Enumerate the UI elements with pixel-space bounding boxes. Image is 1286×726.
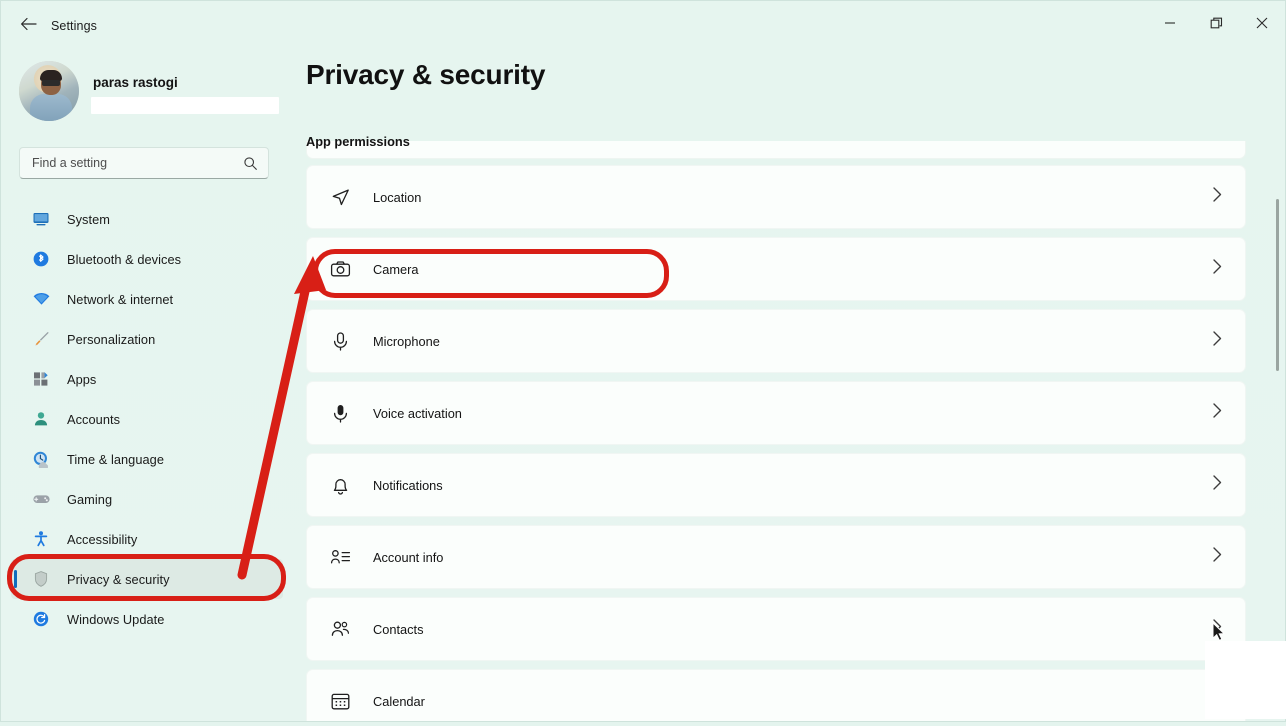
permission-row-camera[interactable]: Camera	[306, 237, 1246, 301]
bluetooth-icon	[29, 249, 53, 269]
permission-row-notifications[interactable]: Notifications	[306, 453, 1246, 517]
sidebar-item-time-language[interactable]: Time & language	[11, 439, 283, 479]
search-icon	[243, 156, 268, 171]
minimize-icon	[1165, 22, 1175, 24]
camera-icon	[329, 258, 351, 280]
sidebar-item-label: Accessibility	[67, 531, 138, 547]
permission-label: Camera	[373, 261, 419, 277]
chevron-right-icon	[1212, 331, 1223, 352]
back-button[interactable]	[13, 15, 43, 33]
sidebar-item-label: Apps	[67, 371, 97, 387]
avatar-body	[30, 94, 72, 121]
chevron-right-icon	[1212, 475, 1223, 496]
account-email-redacted	[91, 97, 279, 114]
chevron-right-icon	[1212, 187, 1223, 208]
sidebar-item-label: Gaming	[67, 491, 113, 507]
permission-label: Microphone	[373, 333, 440, 349]
section-heading-app-permissions: App permissions	[306, 134, 410, 149]
permission-label: Contacts	[373, 621, 424, 637]
permission-row-voice-activation[interactable]: Voice activation	[306, 381, 1246, 445]
sidebar: paras rastogi Find a setting System Blue…	[1, 45, 293, 721]
sidebar-item-windows-update[interactable]: Windows Update	[11, 599, 283, 639]
search-input[interactable]	[20, 156, 243, 170]
shield-icon	[29, 569, 53, 589]
account-name: paras rastogi	[93, 75, 178, 90]
settings-window: Settings paras rastogi Find a setting Sy…	[0, 0, 1286, 722]
window-title: Settings	[51, 19, 97, 33]
main-content: Privacy & security App permissions Locat…	[293, 45, 1285, 721]
chevron-right-icon	[1212, 547, 1223, 568]
accessibility-person-icon	[29, 529, 53, 549]
chevron-right-icon	[1212, 403, 1223, 424]
permission-label: Voice activation	[373, 405, 462, 421]
sidebar-item-label: Personalization	[67, 331, 156, 347]
location-arrow-icon	[329, 186, 351, 208]
minimize-button[interactable]	[1147, 1, 1193, 45]
sidebar-item-label: Bluetooth & devices	[67, 251, 182, 267]
sidebar-nav: System Bluetooth & devices Network & int…	[11, 199, 283, 639]
close-button[interactable]	[1239, 1, 1285, 45]
account-summary[interactable]: paras rastogi	[19, 59, 279, 125]
apps-grid-icon	[29, 369, 53, 389]
sidebar-item-label: Windows Update	[67, 611, 165, 627]
clock-icon	[29, 449, 53, 469]
page-title: Privacy & security	[306, 59, 546, 90]
back-arrow-icon	[20, 17, 37, 31]
bell-icon	[329, 474, 351, 496]
permission-row-contacts[interactable]: Contacts	[306, 597, 1246, 661]
monitor-icon	[29, 209, 53, 229]
sidebar-item-network-internet[interactable]: Network & internet	[11, 279, 283, 319]
close-icon	[1256, 17, 1268, 29]
gamepad-icon	[29, 489, 53, 509]
window-controls	[1147, 1, 1285, 45]
sidebar-item-personalization[interactable]: Personalization	[11, 319, 283, 359]
scrollbar-thumb[interactable]	[1276, 199, 1279, 371]
vertical-scrollbar[interactable]	[1271, 155, 1283, 715]
avatar	[19, 61, 79, 121]
sidebar-item-accessibility[interactable]: Accessibility	[11, 519, 283, 559]
update-refresh-icon	[29, 609, 53, 629]
avatar-sunglasses	[42, 80, 60, 86]
maximize-icon	[1210, 17, 1222, 28]
chevron-right-icon	[1212, 259, 1223, 280]
scrolled-partial-card	[306, 141, 1246, 159]
sidebar-item-label: Network & internet	[67, 291, 174, 307]
sidebar-item-label: Accounts	[67, 411, 121, 427]
permission-row-account-info[interactable]: Account info	[306, 525, 1246, 589]
maximize-button[interactable]	[1193, 1, 1239, 45]
sidebar-item-privacy-security[interactable]: Privacy & security	[11, 559, 283, 599]
voice-activation-icon	[329, 402, 351, 424]
sidebar-item-label: Privacy & security	[67, 571, 170, 587]
sidebar-item-label: System	[67, 211, 110, 227]
account-info-icon	[329, 546, 351, 568]
permission-label: Calendar	[373, 693, 425, 709]
mouse-cursor	[1212, 621, 1226, 642]
sidebar-item-apps[interactable]: Apps	[11, 359, 283, 399]
calendar-icon	[329, 690, 351, 712]
title-bar: Settings	[1, 1, 1285, 45]
permission-row-location[interactable]: Location	[306, 165, 1246, 229]
contacts-people-icon	[329, 618, 351, 640]
sidebar-item-label: Time & language	[67, 451, 165, 467]
permission-label: Account info	[373, 549, 444, 565]
permission-label: Location	[373, 189, 422, 205]
permission-row-calendar[interactable]: Calendar	[306, 669, 1246, 721]
permission-row-microphone[interactable]: Microphone	[306, 309, 1246, 373]
microphone-icon	[329, 330, 351, 352]
sidebar-item-accounts[interactable]: Accounts	[11, 399, 283, 439]
redacted-overlay-block	[1205, 641, 1286, 719]
paintbrush-icon	[29, 329, 53, 349]
search-box[interactable]	[19, 147, 269, 179]
wifi-icon	[29, 289, 53, 309]
settings-window-screenshot: Settings paras rastogi Find a setting Sy…	[0, 0, 1286, 726]
sidebar-item-system[interactable]: System	[11, 199, 283, 239]
permission-label: Notifications	[373, 477, 443, 493]
app-permissions-list: Location Camera Microphone Voice activat…	[306, 165, 1246, 721]
sidebar-item-bluetooth-devices[interactable]: Bluetooth & devices	[11, 239, 283, 279]
sidebar-item-gaming[interactable]: Gaming	[11, 479, 283, 519]
person-icon	[29, 409, 53, 429]
